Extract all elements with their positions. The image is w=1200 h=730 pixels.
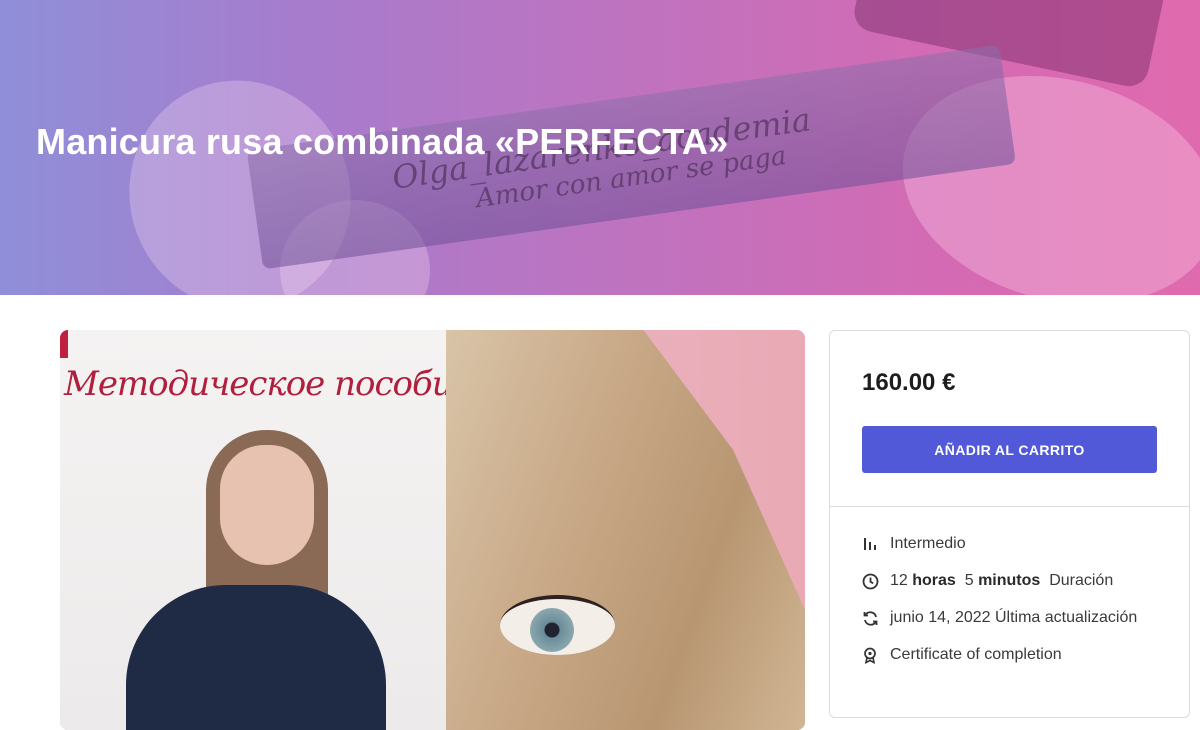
preview-person-body [126, 585, 386, 730]
award-icon [862, 642, 890, 668]
card-divider [830, 506, 1189, 507]
meta-certificate: Certificate of completion [862, 642, 1182, 668]
duration-label: Duración [1049, 572, 1114, 589]
course-title: Manicura rusa combinada «PERFECTA» [36, 121, 729, 162]
refresh-icon [862, 605, 890, 631]
duration-text: 12 horas 5 minutos Duración [890, 568, 1113, 594]
level-text: Intermedio [890, 535, 966, 552]
preview-person-face [220, 445, 314, 565]
bars-icon [862, 531, 890, 557]
certificate-text: Certificate of completion [890, 646, 1062, 663]
course-preview-image[interactable]: Методическое пособие [60, 330, 805, 730]
meta-updated: junio 14, 2022 Última actualización [862, 605, 1182, 631]
duration-minutes-unit: minutos [978, 572, 1041, 589]
duration-hours-unit: horas [912, 572, 956, 589]
course-price: 160.00 € [862, 369, 956, 396]
updated-text: junio 14, 2022 Última actualización [890, 605, 1137, 631]
hero-banner: Olga_lazarenko_academia Amor con amor se… [0, 0, 1200, 295]
duration-minutes: 5 [964, 572, 974, 589]
preview-book-title: Методическое пособие [64, 364, 473, 404]
clock-icon [862, 568, 890, 594]
duration-hours: 12 [890, 572, 908, 589]
updated-date: junio 14, 2022 [890, 609, 991, 626]
meta-duration: 12 horas 5 minutos Duración [862, 568, 1182, 594]
meta-level: Intermedio [862, 531, 1182, 557]
preview-iris [530, 608, 574, 652]
add-to-cart-button[interactable]: AÑADIR AL CARRITO [862, 426, 1157, 473]
updated-label: Última actualización [994, 609, 1138, 626]
purchase-card: 160.00 € AÑADIR AL CARRITO Intermedio 12… [829, 330, 1190, 718]
preview-red-mark [60, 330, 68, 358]
course-meta-list: Intermedio 12 horas 5 minutos Duración j… [862, 531, 1182, 679]
